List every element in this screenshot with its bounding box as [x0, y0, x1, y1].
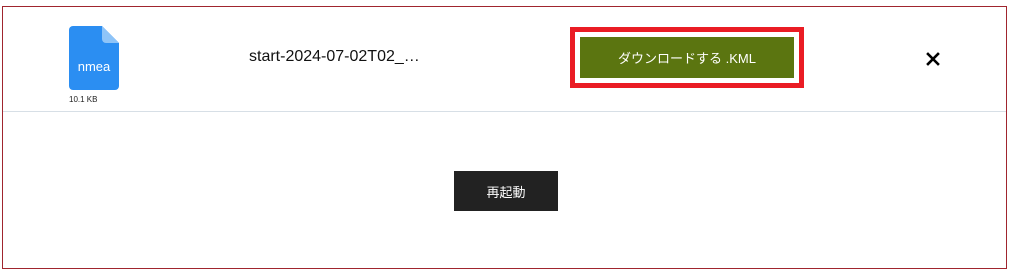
file-icon: nmea [69, 26, 119, 90]
file-extension-label: nmea [77, 59, 111, 74]
close-icon[interactable] [923, 49, 943, 69]
file-size: 10.1 KB [69, 95, 98, 104]
download-kml-button[interactable]: ダウンロードする .KML [580, 37, 794, 78]
download-highlight: ダウンロードする .KML [570, 27, 804, 88]
restart-button[interactable]: 再起動 [454, 171, 558, 211]
file-row: nmea 10.1 KB start-2024-07-02T02_… ダウンロー… [3, 7, 1006, 112]
file-name: start-2024-07-02T02_… [249, 48, 420, 65]
upload-panel: nmea 10.1 KB start-2024-07-02T02_… ダウンロー… [2, 6, 1007, 269]
